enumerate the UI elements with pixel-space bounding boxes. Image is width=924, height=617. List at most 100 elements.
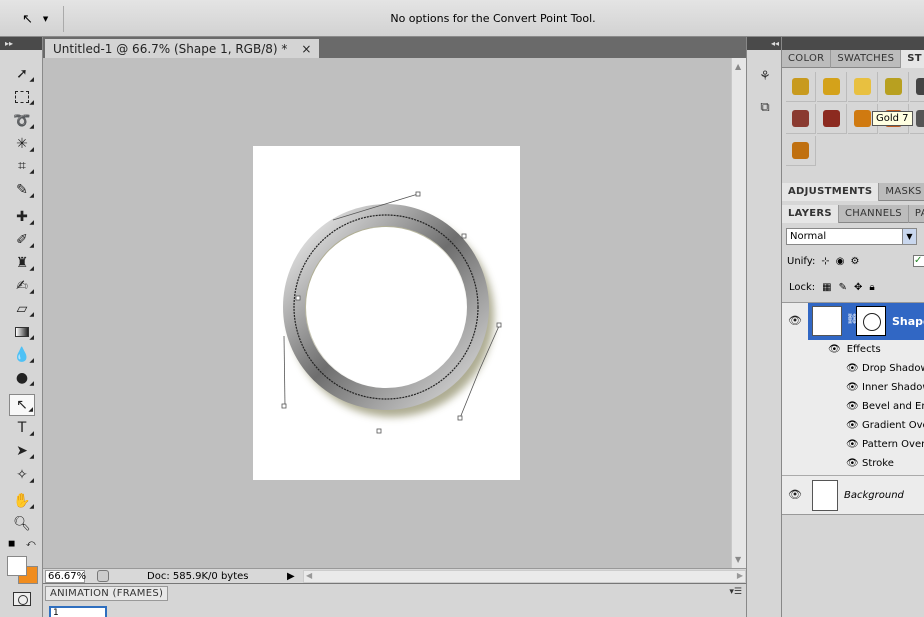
adjustments-panel-tabs: ADJUSTMENTS MASKS <box>782 183 924 201</box>
tools-panel-collapse[interactable]: ▸▸ <box>0 37 42 50</box>
unify-position-icon[interactable]: ⊹ <box>821 256 829 267</box>
effect-row[interactable]: 👁︎ Inner Shadow <box>782 378 924 397</box>
clone-stamp-tool-icon[interactable]: ♜ ◢ <box>9 252 35 274</box>
marquee-tool-icon[interactable]: ◢ <box>9 86 35 108</box>
tab-paths[interactable]: PA <box>909 205 924 223</box>
dodge-tool-icon[interactable]: ● ◢ <box>9 367 35 389</box>
eye-icon[interactable]: 👁︎ <box>846 420 859 431</box>
tab-styles[interactable]: ST <box>901 50 924 68</box>
timing-icon[interactable] <box>97 570 109 582</box>
zoom-level-field[interactable]: 66.67% <box>45 569 86 583</box>
style-sample <box>823 78 840 95</box>
style-swatch[interactable] <box>817 72 847 102</box>
style-sample <box>792 110 809 127</box>
foreground-color-swatch[interactable] <box>7 556 27 576</box>
crop-tool-icon[interactable]: ⌗ ◢ <box>9 155 35 177</box>
document-tab[interactable]: Untitled-1 @ 66.7% (Shape 1, RGB/8) * × <box>45 39 320 58</box>
effect-row[interactable]: 👁︎Gradient Overlay <box>782 416 924 435</box>
scroll-left-icon[interactable]: ◀ <box>306 571 312 580</box>
layers-list: 👁︎ ⛓ Shape 👁︎ Effects 👁︎Drop Shadow 👁︎In… <box>782 302 924 514</box>
convert-point-tool-icon[interactable]: ↖ ◢ <box>9 394 35 416</box>
gradient-tool-icon[interactable]: ◢ <box>9 321 35 343</box>
default-colors-icon[interactable]: ◼ <box>8 539 15 549</box>
layer-thumbnail <box>812 306 842 336</box>
history-brush-tool-icon[interactable]: ✍ ◢ <box>9 275 35 297</box>
eye-icon[interactable]: 👁︎ <box>788 488 802 501</box>
document-window: Untitled-1 @ 66.7% (Shape 1, RGB/8) * × <box>43 37 746 583</box>
custom-shape-tool-icon[interactable]: ✧ ◢ <box>9 464 35 486</box>
path-selection-tool-icon[interactable]: ➤ ◢ <box>9 440 35 462</box>
layer-row-shape[interactable]: 👁︎ ⛓ Shape <box>782 303 924 340</box>
shape-artwork[interactable] <box>253 146 520 480</box>
document-canvas[interactable] <box>253 146 520 480</box>
tab-color[interactable]: COLOR <box>782 50 832 68</box>
style-sample <box>916 110 924 127</box>
status-menu-arrow-icon[interactable]: ▶ <box>287 571 299 582</box>
layer-row-background[interactable]: 👁︎ Background <box>782 475 924 515</box>
effect-row[interactable]: 👁︎Bevel and Emboss <box>782 397 924 416</box>
tab-adjustments[interactable]: ADJUSTMENTS <box>782 183 880 201</box>
eye-icon[interactable]: 👁︎ <box>828 344 841 355</box>
style-swatch[interactable] <box>786 136 816 166</box>
style-sample <box>792 142 809 159</box>
lock-row: Lock: ▦ ✎ ✥ 🔒︎ <box>789 282 875 293</box>
panel-menu-icon[interactable]: ▾☰ <box>729 587 742 597</box>
eyedropper-tool-icon[interactable]: ✎ ◢ <box>9 179 35 201</box>
scroll-down-icon[interactable]: ▼ <box>735 555 741 564</box>
style-swatch[interactable] <box>848 72 878 102</box>
eye-icon[interactable]: 👁︎ <box>846 401 859 412</box>
eye-icon[interactable]: 👁︎ <box>846 458 859 469</box>
swap-colors-icon[interactable]: ⤺ <box>26 539 36 549</box>
magic-wand-tool-icon[interactable]: ✳ ◢ <box>9 133 35 155</box>
style-swatch[interactable] <box>910 72 924 102</box>
lock-all-icon[interactable]: 🔒︎ <box>869 282 874 293</box>
tab-layers[interactable]: LAYERS <box>782 205 839 223</box>
unify-style-icon[interactable]: ⚙ <box>850 256 859 267</box>
style-sample <box>885 78 902 95</box>
blur-tool-icon[interactable]: 💧 ◢ <box>9 344 35 366</box>
lock-position-icon[interactable]: ✥ <box>854 282 862 293</box>
type-tool-icon[interactable]: T ◢ <box>9 417 35 439</box>
effect-row[interactable]: 👁︎ Stroke <box>782 454 924 473</box>
brush-tool-icon[interactable]: ✐ ◢ <box>9 229 35 251</box>
lasso-tool-icon[interactable]: ➰ ◢ <box>9 110 35 132</box>
style-swatch[interactable] <box>786 72 816 102</box>
blend-mode-select[interactable]: Normal ▼ <box>786 228 917 245</box>
zoom-tool-icon[interactable]: 🔍︎ <box>9 513 35 535</box>
lock-transparency-icon[interactable]: ▦ <box>822 282 831 293</box>
vector-mask-thumbnail[interactable] <box>856 306 886 336</box>
effects-row[interactable]: 👁︎ Effects <box>808 340 881 359</box>
tab-channels[interactable]: CHANNELS <box>839 205 909 223</box>
eye-icon[interactable]: 👁︎ <box>846 363 859 374</box>
eye-icon[interactable]: 👁︎ <box>788 314 802 327</box>
healing-brush-tool-icon[interactable]: ✚ ◢ <box>9 206 35 228</box>
eye-icon[interactable]: 👁︎ <box>846 439 859 450</box>
horizontal-scrollbar[interactable]: ◀ ▶ <box>303 569 746 583</box>
brush-panel-icon[interactable]: ⚘ <box>755 66 775 86</box>
eraser-tool-icon[interactable]: ▱ ◢ <box>9 298 35 320</box>
dock-collapse[interactable]: ◂◂ <box>747 37 781 50</box>
quick-mask-icon[interactable] <box>13 592 31 606</box>
propagate-frame-checkbox[interactable]: ✓ <box>913 255 924 267</box>
effect-row[interactable]: 👁︎Pattern Overlay <box>782 435 924 454</box>
eye-icon[interactable]: 👁︎ <box>846 382 859 393</box>
animation-tab[interactable]: ANIMATION (FRAMES) <box>45 586 169 601</box>
close-icon[interactable]: × <box>301 42 311 56</box>
canvas-area[interactable] <box>43 58 731 568</box>
scroll-up-icon[interactable]: ▲ <box>735 62 741 71</box>
style-swatch[interactable] <box>817 104 847 134</box>
chevron-down-icon: ▼ <box>902 229 916 244</box>
scroll-right-icon[interactable]: ▶ <box>737 571 743 580</box>
tab-masks[interactable]: MASKS <box>879 183 924 201</box>
lock-pixels-icon[interactable]: ✎ <box>839 282 847 293</box>
animation-frame[interactable]: 1 <box>49 606 107 617</box>
clone-source-icon[interactable]: ⧉ <box>755 97 775 117</box>
hand-tool-icon[interactable]: ✋ ◢ <box>9 490 35 512</box>
style-swatch[interactable] <box>786 104 816 134</box>
vertical-scrollbar[interactable]: ▲ ▼ <box>731 58 746 568</box>
move-tool-icon[interactable]: ➚ ◢ <box>9 63 35 85</box>
tab-swatches[interactable]: SWATCHES <box>831 50 902 68</box>
unify-visibility-icon[interactable]: ◉ <box>836 256 845 267</box>
effect-row[interactable]: 👁︎ Drop Shadow <box>782 359 924 378</box>
style-swatch[interactable] <box>879 72 909 102</box>
